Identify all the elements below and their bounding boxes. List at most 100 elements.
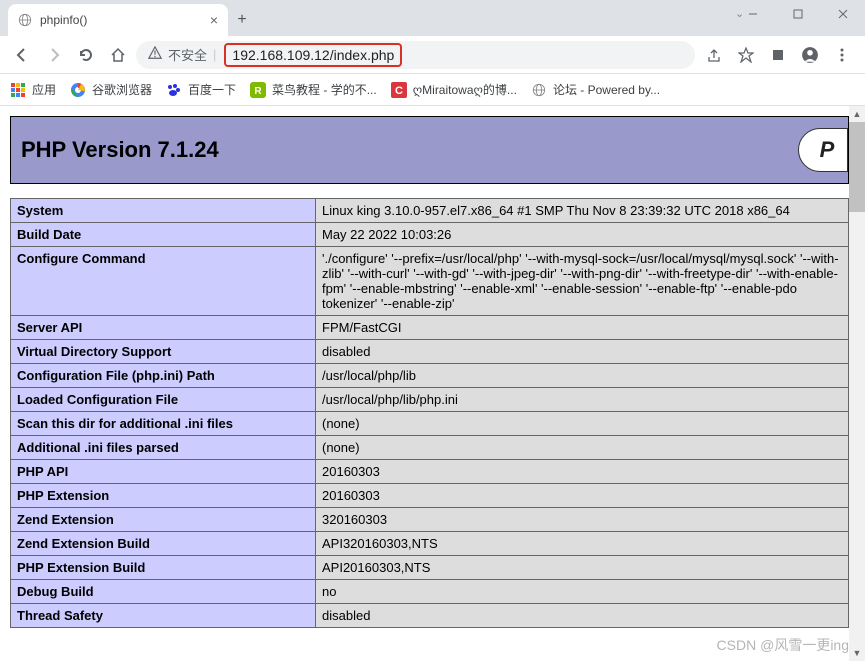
info-value: FPM/FastCGI: [316, 316, 849, 340]
address-bar-row: 不安全 | 192.168.109.12/index.php: [0, 36, 865, 74]
scroll-thumb[interactable]: [849, 122, 865, 212]
bookmark-miraitowa[interactable]: C ღMiraitowaღ的博...: [391, 81, 517, 98]
info-key: System: [11, 199, 316, 223]
info-value: (none): [316, 436, 849, 460]
bookmarks-bar: 应用 谷歌浏览器 百度一下 R 菜鸟教程 - 学的不... C ღMiraito…: [0, 74, 865, 106]
menu-icon[interactable]: [827, 40, 857, 70]
info-value: disabled: [316, 340, 849, 364]
new-tab-button[interactable]: +: [228, 4, 256, 36]
table-row: PHP Extension BuildAPI20160303,NTS: [11, 556, 849, 580]
close-button[interactable]: [820, 0, 865, 28]
back-button[interactable]: [8, 41, 36, 69]
info-value: no: [316, 580, 849, 604]
vertical-scrollbar[interactable]: ▲ ▼: [849, 106, 865, 661]
info-key: Thread Safety: [11, 604, 316, 628]
table-row: SystemLinux king 3.10.0-957.el7.x86_64 #…: [11, 199, 849, 223]
url-text: 192.168.109.12/index.php: [224, 43, 402, 67]
extensions-icon[interactable]: [763, 40, 793, 70]
share-icon[interactable]: [699, 40, 729, 70]
bookmark-baidu[interactable]: 百度一下: [166, 81, 236, 98]
svg-text:C: C: [395, 85, 403, 97]
info-key: Configure Command: [11, 247, 316, 316]
info-value: /usr/local/php/lib: [316, 364, 849, 388]
close-icon[interactable]: ×: [210, 12, 218, 28]
table-row: Configuration File (php.ini) Path/usr/lo…: [11, 364, 849, 388]
bookmark-label: 百度一下: [188, 81, 236, 98]
watermark: CSDN @风雪一更ing: [717, 635, 849, 655]
scroll-up-icon[interactable]: ▲: [849, 106, 865, 122]
bookmark-label: ღMiraitowaღ的博...: [413, 81, 517, 98]
forward-button[interactable]: [40, 41, 68, 69]
bookmark-label: 谷歌浏览器: [92, 81, 152, 98]
c-icon: C: [391, 82, 407, 98]
insecure-label: 不安全: [168, 45, 207, 64]
baidu-icon: [166, 82, 182, 98]
scroll-down-icon[interactable]: ▼: [849, 645, 865, 661]
table-row: Additional .ini files parsed(none): [11, 436, 849, 460]
tab-title: phpinfo(): [40, 13, 202, 27]
warning-icon: [148, 46, 162, 63]
globe-icon: [531, 82, 547, 98]
bookmark-label: 论坛 - Powered by...: [553, 81, 660, 98]
star-icon[interactable]: [731, 40, 761, 70]
info-key: Additional .ini files parsed: [11, 436, 316, 460]
svg-text:R: R: [254, 86, 262, 97]
table-row: PHP Extension20160303: [11, 484, 849, 508]
info-key: Server API: [11, 316, 316, 340]
table-row: Debug Buildno: [11, 580, 849, 604]
table-row: Scan this dir for additional .ini files(…: [11, 412, 849, 436]
info-key: Build Date: [11, 223, 316, 247]
info-value: Linux king 3.10.0-957.el7.x86_64 #1 SMP …: [316, 199, 849, 223]
bookmark-runoob[interactable]: R 菜鸟教程 - 学的不...: [250, 81, 377, 98]
info-value: 20160303: [316, 484, 849, 508]
apps-shortcut[interactable]: 应用: [10, 81, 56, 98]
table-row: Configure Command'./configure' '--prefix…: [11, 247, 849, 316]
runoob-icon: R: [250, 82, 266, 98]
browser-tab[interactable]: phpinfo() ×: [8, 4, 228, 36]
info-key: Scan this dir for additional .ini files: [11, 412, 316, 436]
bookmark-chrome[interactable]: 谷歌浏览器: [70, 81, 152, 98]
table-row: PHP API20160303: [11, 460, 849, 484]
table-row: Virtual Directory Supportdisabled: [11, 340, 849, 364]
php-logo: P: [798, 128, 848, 172]
table-row: Zend Extension320160303: [11, 508, 849, 532]
page-content: PHP Version 7.1.24 P SystemLinux king 3.…: [0, 106, 865, 661]
table-row: Loaded Configuration File/usr/local/php/…: [11, 388, 849, 412]
info-value: (none): [316, 412, 849, 436]
table-row: Thread Safetydisabled: [11, 604, 849, 628]
phpinfo-header: PHP Version 7.1.24 P: [10, 116, 849, 184]
info-value: 20160303: [316, 460, 849, 484]
chevron-down-icon[interactable]: ⌄: [735, 7, 744, 20]
info-value: 320160303: [316, 508, 849, 532]
php-version-title: PHP Version 7.1.24: [21, 137, 219, 163]
phpinfo-table: SystemLinux king 3.10.0-957.el7.x86_64 #…: [10, 198, 849, 628]
info-key: PHP Extension: [11, 484, 316, 508]
window-controls: [730, 0, 865, 28]
info-value: disabled: [316, 604, 849, 628]
info-key: Debug Build: [11, 580, 316, 604]
table-row: Zend Extension BuildAPI320160303,NTS: [11, 532, 849, 556]
info-key: Virtual Directory Support: [11, 340, 316, 364]
info-key: PHP API: [11, 460, 316, 484]
info-key: Loaded Configuration File: [11, 388, 316, 412]
info-value: /usr/local/php/lib/php.ini: [316, 388, 849, 412]
bookmark-label: 菜鸟教程 - 学的不...: [272, 81, 377, 98]
table-row: Server APIFPM/FastCGI: [11, 316, 849, 340]
table-row: Build DateMay 22 2022 10:03:26: [11, 223, 849, 247]
apps-icon: [10, 82, 26, 98]
info-key: Configuration File (php.ini) Path: [11, 364, 316, 388]
reload-button[interactable]: [72, 41, 100, 69]
info-value: May 22 2022 10:03:26: [316, 223, 849, 247]
info-value: API20160303,NTS: [316, 556, 849, 580]
chrome-icon: [70, 82, 86, 98]
info-value: './configure' '--prefix=/usr/local/php' …: [316, 247, 849, 316]
info-key: Zend Extension Build: [11, 532, 316, 556]
profile-icon[interactable]: [795, 40, 825, 70]
address-bar[interactable]: 不安全 | 192.168.109.12/index.php: [136, 41, 695, 69]
maximize-button[interactable]: [775, 0, 820, 28]
info-key: PHP Extension Build: [11, 556, 316, 580]
apps-label: 应用: [32, 81, 56, 98]
home-button[interactable]: [104, 41, 132, 69]
toolbar-right: [699, 40, 857, 70]
bookmark-forum[interactable]: 论坛 - Powered by...: [531, 81, 660, 98]
